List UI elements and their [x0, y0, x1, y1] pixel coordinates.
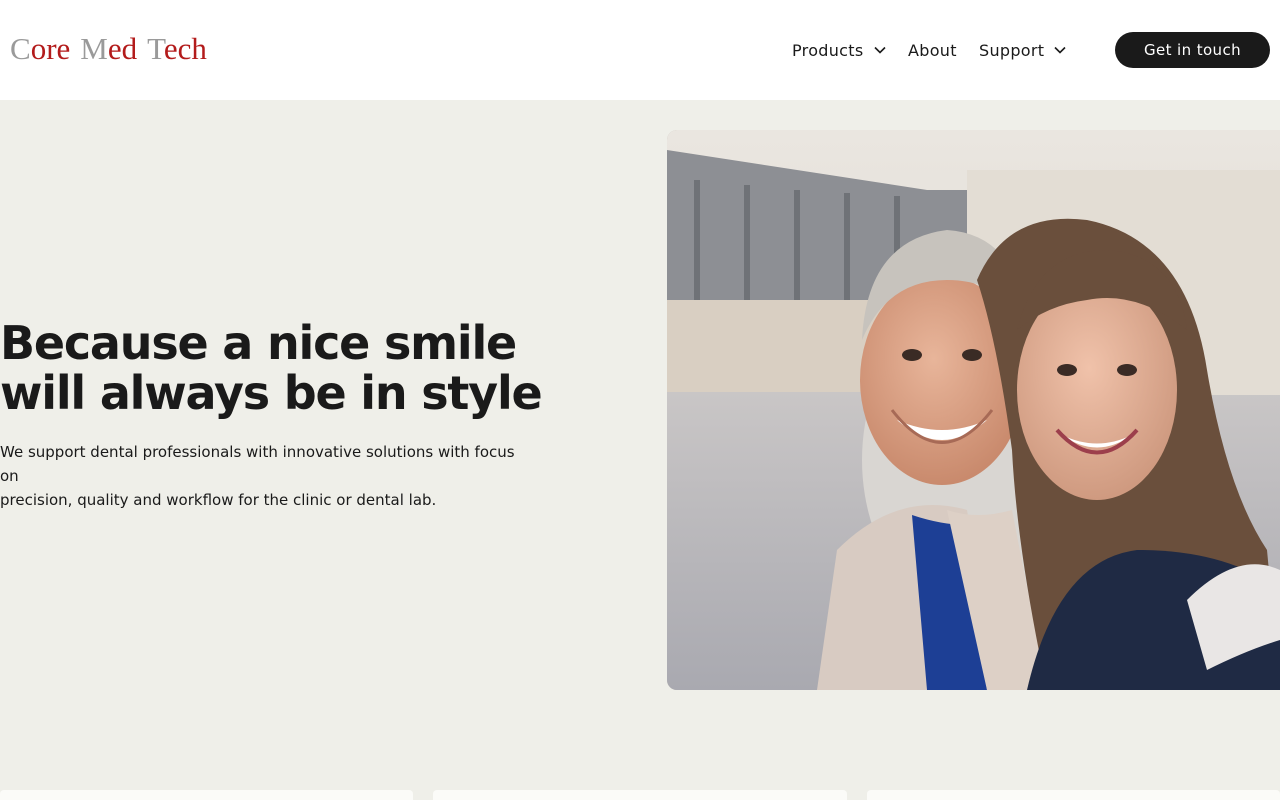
- hero-headline: Because a nice smile will always be in s…: [0, 318, 560, 418]
- nav-item-products[interactable]: Products: [792, 38, 887, 62]
- get-in-touch-button[interactable]: Get in touch: [1115, 32, 1270, 68]
- hero-description-line-2: precision, quality and workflow for the …: [0, 491, 437, 509]
- chevron-down-icon: [1054, 46, 1066, 54]
- chevron-down-icon: [873, 46, 886, 54]
- hero-photo-illustration: [667, 130, 1280, 690]
- hero-description-line-1: We support dental professionals with inn…: [0, 443, 515, 485]
- nav-products-label: Products: [792, 40, 864, 60]
- hero-headline-line-2: will always be in style: [0, 366, 543, 420]
- feature-card[interactable]: [867, 790, 1280, 800]
- brand-logo[interactable]: Core Med Tech: [10, 30, 207, 68]
- logo-word-tech: Tech: [147, 31, 207, 66]
- nav-item-about[interactable]: About: [908, 38, 957, 62]
- nav-item-support[interactable]: Support: [979, 38, 1067, 62]
- get-in-touch-label: Get in touch: [1143, 41, 1242, 59]
- logo-word-core: Core: [10, 31, 71, 66]
- hero-description: We support dental professionals with inn…: [0, 440, 520, 512]
- nav-support-label: Support: [979, 40, 1045, 60]
- site-header: Core Med Tech Products About Support Get i…: [0, 0, 1280, 100]
- feature-card[interactable]: [0, 790, 413, 800]
- feature-card[interactable]: [433, 790, 847, 800]
- hero-headline-line-1: Because a nice smile: [0, 316, 517, 370]
- hero-photo: [667, 130, 1280, 690]
- logo-word-med: Med: [80, 31, 138, 66]
- nav-about-label: About: [908, 40, 957, 60]
